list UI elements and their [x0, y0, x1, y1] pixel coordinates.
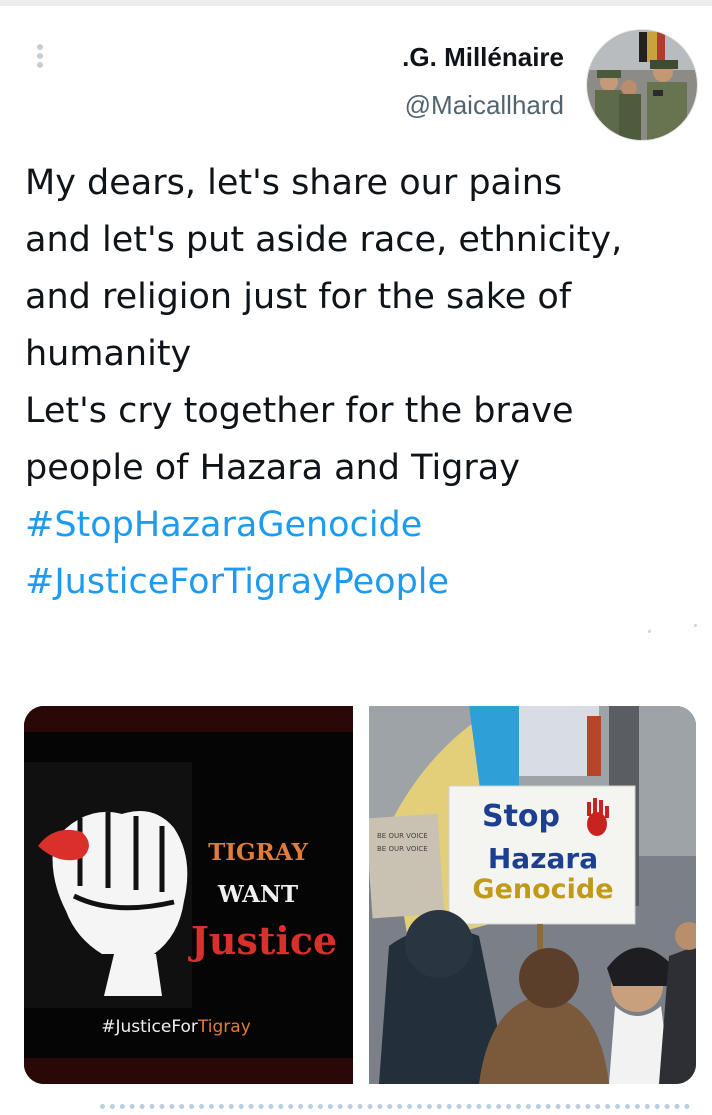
tweet-text-line: and religion just for the sake of [25, 277, 572, 317]
decorative-dot [694, 624, 697, 627]
protest-photo: BE OUR VOICE BE OUR VOICE Stop Hazara Ge… [369, 706, 696, 1084]
tweet-text-line: people of Hazara and Tigray [25, 448, 520, 488]
tweet-text-line: humanity [25, 334, 192, 374]
cropped-link-preview [100, 1104, 690, 1115]
tweet-media: TIGRAY WANT Justice #JusticeForTigray BE… [24, 706, 696, 1084]
avatar-image [587, 30, 697, 140]
sign-line-2: Hazara [488, 842, 598, 875]
tweet-text-line: Let's cry together for the brave [25, 391, 574, 431]
tigray-poster: TIGRAY WANT Justice #JusticeForTigray [24, 706, 353, 1084]
poster-hashtag: #JusticeForTigray [101, 1017, 251, 1037]
author-display-name[interactable]: .G. Millénaire [402, 42, 564, 73]
sign-line-3: Genocide [472, 874, 613, 905]
author-handle[interactable]: @Maicallhard [405, 90, 564, 121]
poster-line-2: WANT [217, 881, 298, 908]
poster-line-3: Justice [188, 918, 337, 963]
poster-hashtag-prefix: #JusticeFor [101, 1017, 198, 1037]
author-avatar[interactable] [586, 29, 698, 141]
svg-text:BE OUR VOICE: BE OUR VOICE [377, 845, 428, 853]
hashtag-link[interactable]: #StopHazaraGenocide [25, 497, 695, 554]
decorative-dot [648, 630, 651, 633]
svg-text:BE OUR VOICE: BE OUR VOICE [377, 832, 428, 840]
poster-line-1: TIGRAY [208, 839, 308, 866]
media-image-protest[interactable]: BE OUR VOICE BE OUR VOICE Stop Hazara Ge… [369, 706, 696, 1084]
top-divider [0, 0, 712, 6]
tweet-text: My dears, let's share our pains and let'… [25, 155, 695, 611]
media-image-tigray[interactable]: TIGRAY WANT Justice #JusticeForTigray [24, 706, 353, 1084]
tweet-text-line: and let's put aside race, ethnicity, [25, 220, 623, 260]
poster-hashtag-suffix: Tigray [197, 1017, 251, 1037]
tweet-text-line: My dears, let's share our pains [25, 163, 563, 203]
hashtag-link[interactable]: #JusticeForTigrayPeople [25, 554, 695, 611]
sign-line-1: Stop [482, 799, 560, 834]
more-options-icon[interactable] [30, 44, 50, 84]
